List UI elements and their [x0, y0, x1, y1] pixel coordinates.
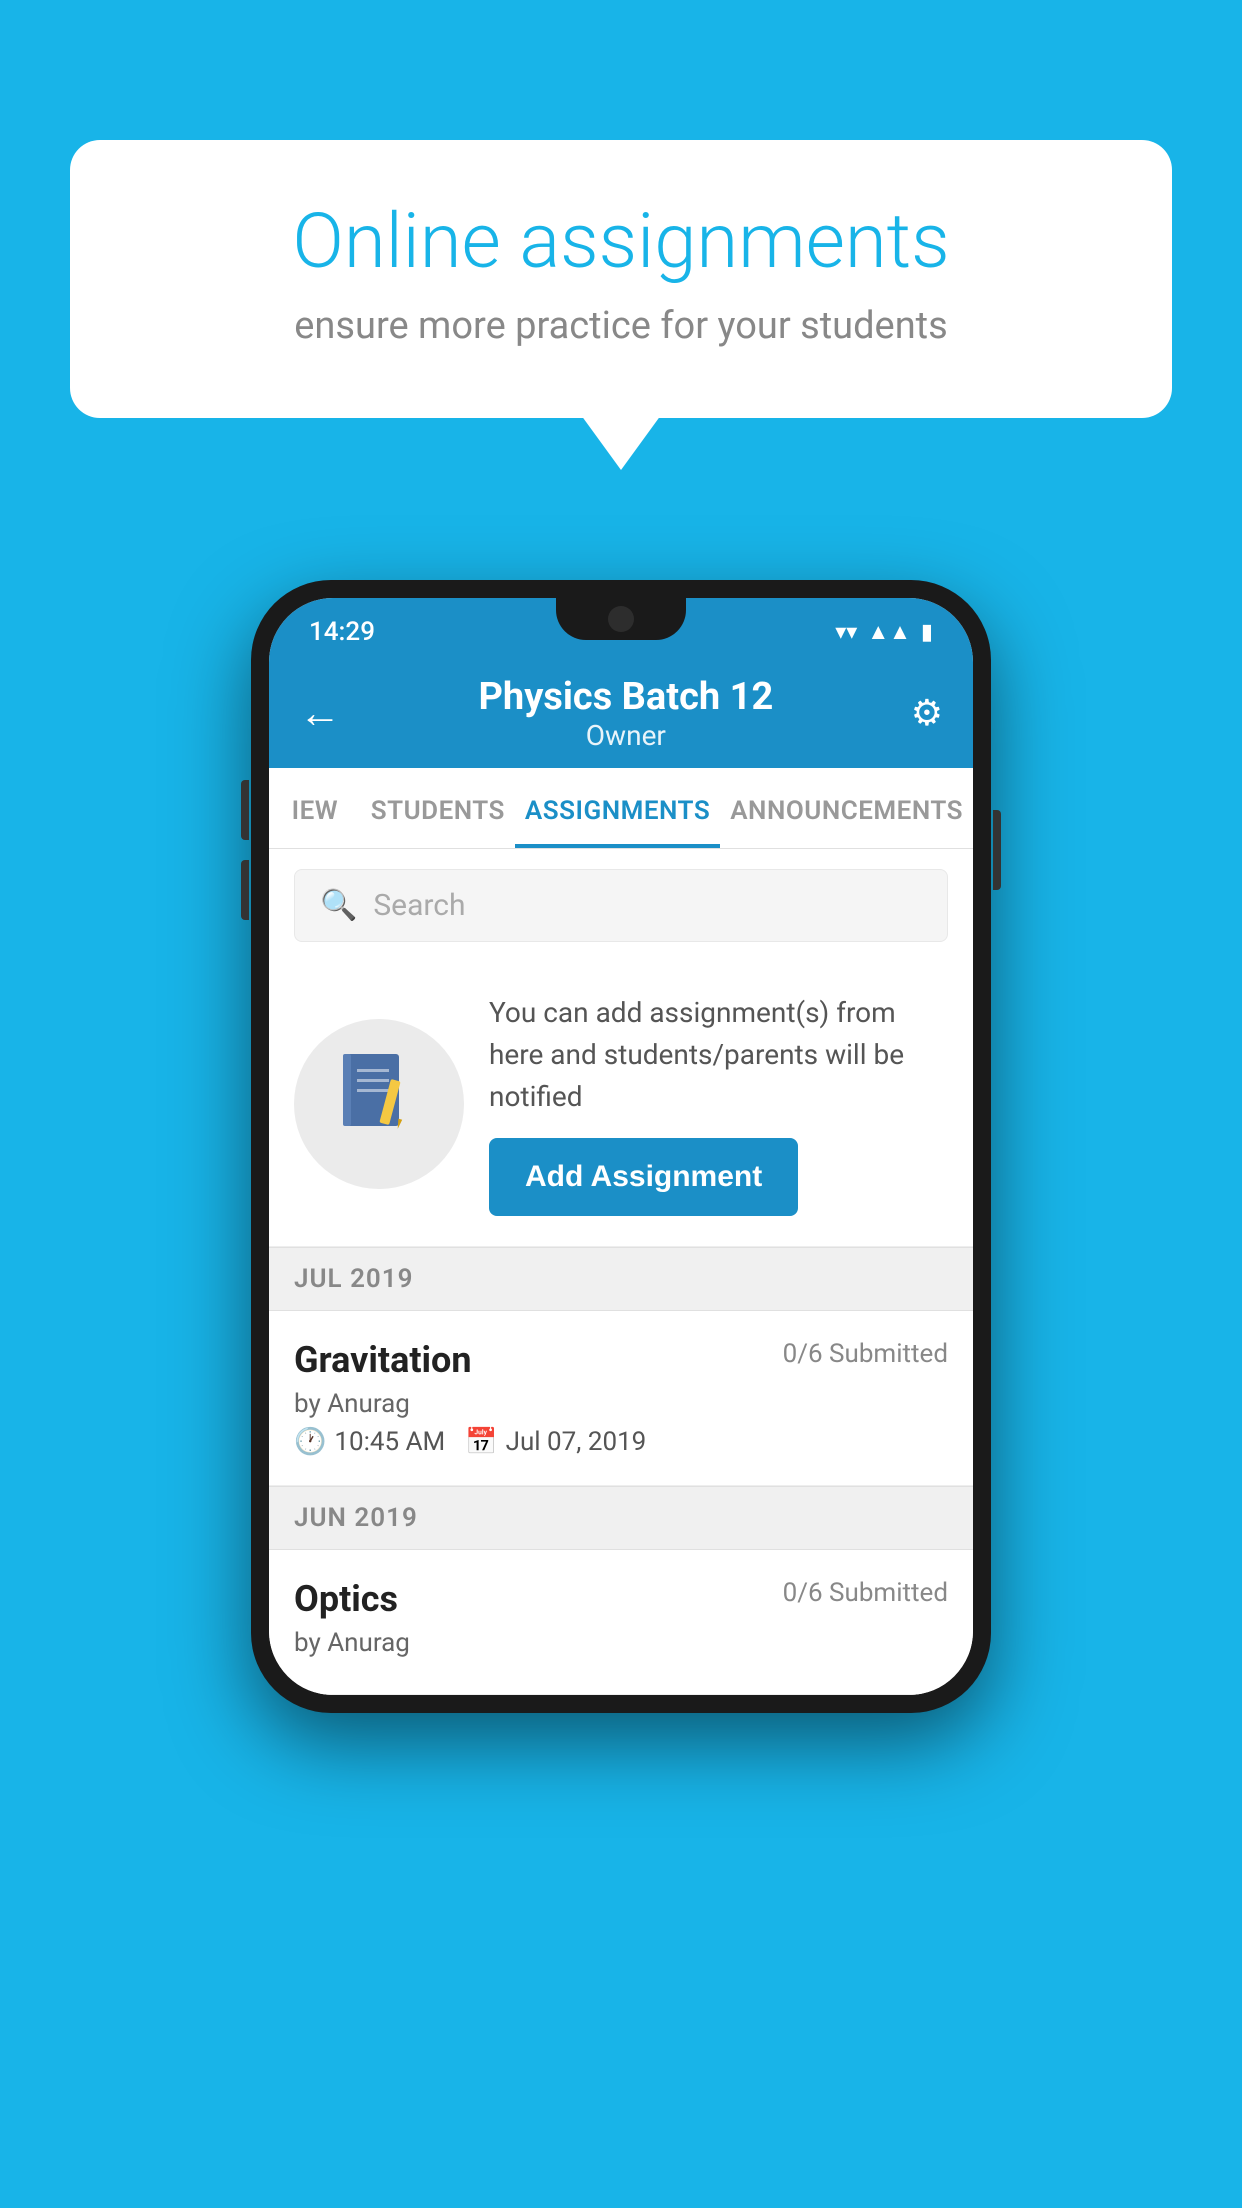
app-bar-subtitle: Owner — [478, 719, 773, 752]
tab-iew[interactable]: IEW — [269, 768, 361, 848]
app-bar-center: Physics Batch 12 Owner — [478, 675, 773, 752]
tab-assignments[interactable]: ASSIGNMENTS — [515, 768, 720, 848]
volume-up-button — [241, 780, 249, 840]
battery-icon: ▮ — [921, 620, 933, 645]
section-header-jul-2019: JUL 2019 — [269, 1247, 973, 1311]
assignment-time-gravitation: 🕐 10:45 AM — [294, 1427, 445, 1457]
phone-outer: 14:29 ▾▾ ▲▲ ▮ ← Physics Batch 12 Owner ⚙ — [251, 580, 991, 1713]
assignment-item-optics[interactable]: Optics 0/6 Submitted by Anurag — [269, 1550, 973, 1695]
tabs-container: IEW STUDENTS ASSIGNMENTS ANNOUNCEMENTS — [269, 768, 973, 849]
clock-icon: 🕐 — [294, 1427, 326, 1457]
section-header-text-jul: JUL 2019 — [294, 1264, 414, 1294]
add-assignment-button[interactable]: Add Assignment — [489, 1138, 798, 1216]
calendar-icon: 📅 — [465, 1427, 497, 1457]
promo-text: You can add assignment(s) from here and … — [489, 992, 948, 1118]
assignment-name-optics: Optics — [294, 1578, 398, 1620]
tab-announcements[interactable]: ANNOUNCEMENTS — [720, 768, 973, 848]
phone-notch — [556, 598, 686, 640]
power-button — [993, 810, 1001, 890]
search-bar[interactable]: 🔍 Search — [294, 869, 948, 942]
phone-screen: 14:29 ▾▾ ▲▲ ▮ ← Physics Batch 12 Owner ⚙ — [269, 598, 973, 1695]
assignment-submitted-gravitation: 0/6 Submitted — [783, 1339, 948, 1369]
assignment-by-gravitation: by Anurag — [294, 1389, 948, 1419]
back-button[interactable]: ← — [299, 689, 341, 738]
assignment-top-row: Gravitation 0/6 Submitted — [294, 1339, 948, 1381]
app-bar: ← Physics Batch 12 Owner ⚙ — [269, 658, 973, 768]
speech-bubble-container: Online assignments ensure more practice … — [70, 140, 1172, 418]
assignment-promo: You can add assignment(s) from here and … — [269, 962, 973, 1247]
status-time: 14:29 — [309, 617, 375, 647]
speech-bubble: Online assignments ensure more practice … — [70, 140, 1172, 418]
assignment-top-row-optics: Optics 0/6 Submitted — [294, 1578, 948, 1620]
phone-camera — [608, 606, 634, 632]
promo-content: You can add assignment(s) from here and … — [489, 992, 948, 1216]
settings-button[interactable]: ⚙ — [911, 692, 943, 734]
assignment-submitted-optics: 0/6 Submitted — [783, 1578, 948, 1608]
app-bar-title: Physics Batch 12 — [478, 675, 773, 719]
status-icons: ▾▾ ▲▲ ▮ — [835, 619, 933, 645]
tab-students[interactable]: STUDENTS — [361, 768, 515, 848]
signal-icon: ▲▲ — [867, 619, 911, 645]
search-icon: 🔍 — [320, 888, 357, 923]
wifi-icon: ▾▾ — [835, 620, 857, 645]
assignment-name-gravitation: Gravitation — [294, 1339, 472, 1381]
notebook-icon — [339, 1049, 419, 1159]
promo-icon-circle — [294, 1019, 464, 1189]
speech-bubble-title: Online assignments — [140, 200, 1102, 284]
search-placeholder: Search — [373, 888, 465, 923]
search-bar-container: 🔍 Search — [269, 849, 973, 962]
assignment-date-gravitation: 📅 Jul 07, 2019 — [465, 1427, 646, 1457]
phone-container: 14:29 ▾▾ ▲▲ ▮ ← Physics Batch 12 Owner ⚙ — [251, 580, 991, 1713]
assignment-item-gravitation[interactable]: Gravitation 0/6 Submitted by Anurag 🕐 10… — [269, 1311, 973, 1486]
section-header-text-jun: JUN 2019 — [294, 1503, 418, 1533]
assignment-by-optics: by Anurag — [294, 1628, 948, 1658]
volume-down-button — [241, 860, 249, 920]
section-header-jun-2019: JUN 2019 — [269, 1486, 973, 1550]
speech-bubble-subtitle: ensure more practice for your students — [140, 304, 1102, 348]
assignment-meta-gravitation: 🕐 10:45 AM 📅 Jul 07, 2019 — [294, 1427, 948, 1457]
